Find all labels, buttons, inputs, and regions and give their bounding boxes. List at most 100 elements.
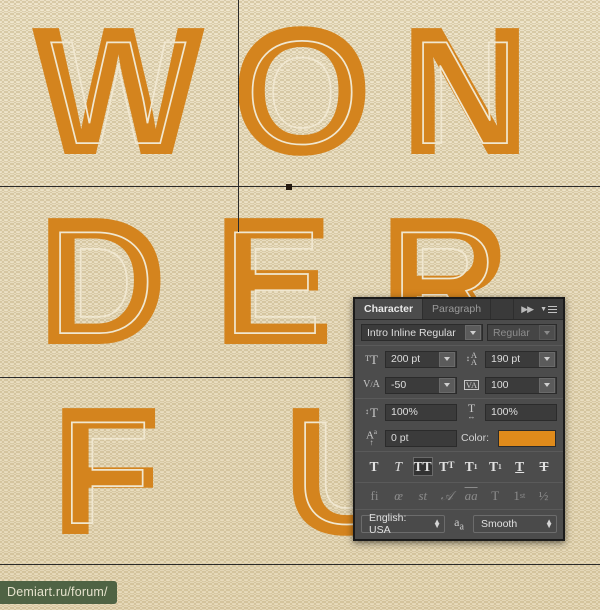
tab-spacer: [491, 299, 515, 319]
language-value: English: USA: [369, 512, 407, 536]
faux-italic-button[interactable]: T: [388, 457, 408, 476]
chevron-down-icon[interactable]: [439, 377, 455, 393]
horizontal-scale-field[interactable]: 100%: [485, 403, 557, 421]
ordinals-glyph: st: [519, 490, 526, 500]
oldstyle-button[interactable]: aa: [462, 487, 481, 504]
anchor-point[interactable]: [286, 184, 292, 190]
horizontal-scale-icon: T ↔: [467, 401, 476, 421]
double-right-arrow-icon[interactable]: ▶▶: [521, 304, 534, 315]
letter-inline-stroke: W: [50, 10, 186, 175]
subscript-glyph: 1: [498, 461, 502, 471]
chevron-down-icon[interactable]: [539, 351, 555, 367]
swash-button[interactable]: 𝒜: [437, 487, 456, 504]
discretionary-ligatures-glyph: st: [418, 488, 428, 503]
superscript-button[interactable]: T1: [461, 457, 481, 476]
language-antialias-row: English: USA ▲ ▼ aa Smooth ▲ ▼: [355, 510, 563, 539]
underline-button[interactable]: T: [510, 457, 530, 476]
chevron-down-icon[interactable]: [439, 351, 455, 367]
horizontal-guide-1: [0, 186, 600, 187]
size-leading-row: TT 200 pt ↕ A A 190 pt: [355, 346, 563, 372]
strikethrough-glyph: T: [539, 458, 549, 474]
vertical-scale-group: ↕ T 100%: [361, 403, 457, 421]
font-size-icon: TT: [365, 351, 378, 367]
panel-header-icons: ▶▶ ▼: [514, 299, 563, 319]
horizontal-scale-value: 100%: [491, 406, 518, 418]
baseline-shift-field[interactable]: 0 pt: [385, 429, 457, 447]
scale-row: ↕ T 100% T ↔ 100%: [355, 399, 563, 425]
tracking-field[interactable]: 100: [485, 376, 557, 394]
underline-glyph: T: [515, 458, 525, 474]
font-size-field[interactable]: 200 pt: [385, 350, 457, 368]
leading-field[interactable]: 190 pt: [485, 350, 557, 368]
faux-bold-button[interactable]: T: [364, 457, 384, 476]
font-family-row: Intro Inline Regular Regular: [355, 320, 563, 345]
artwork-letter: E E: [212, 189, 334, 372]
all-caps-glyph: TT: [413, 458, 432, 474]
spinner-icon[interactable]: ▲ ▼: [433, 517, 441, 529]
artwork-letter: O O: [231, 0, 373, 182]
vertical-scale-icon: ↕ T: [365, 404, 378, 420]
small-caps-glyph: T: [448, 460, 455, 471]
leading-group: ↕ A A 190 pt: [461, 350, 557, 368]
titling-alternates-button[interactable]: T: [486, 487, 505, 504]
chevron-down-icon[interactable]: [539, 377, 555, 393]
font-style-value: Regular: [492, 326, 530, 339]
chevron-down-icon[interactable]: [539, 325, 555, 340]
panel-tab-bar: Character Paragraph ▶▶ ▼: [355, 299, 563, 320]
antialias-select[interactable]: Smooth ▲ ▼: [473, 515, 557, 533]
titling-alternates-glyph: T: [491, 488, 500, 503]
artwork-row-1: W W O O N N: [0, 0, 600, 182]
superscript-glyph: 1: [473, 461, 478, 471]
letter-inline-stroke: D: [50, 200, 155, 365]
ordinals-button[interactable]: 1st: [510, 487, 529, 504]
color-swatch[interactable]: [498, 429, 556, 447]
language-select[interactable]: English: USA ▲ ▼: [361, 512, 445, 536]
font-size-value: 200 pt: [391, 353, 421, 365]
vertical-scale-value: 100%: [391, 406, 418, 418]
panel-menu-icon[interactable]: ▼: [540, 305, 557, 313]
baseline-shift-group: Aa ↑ 0 pt: [361, 427, 457, 447]
font-family-field[interactable]: Intro Inline Regular: [361, 324, 483, 341]
standard-ligatures-glyph: fi: [370, 488, 379, 503]
horizontal-guide-3: [0, 564, 600, 565]
chevron-down-icon[interactable]: [464, 325, 481, 340]
discretionary-ligatures-button[interactable]: st: [413, 487, 432, 504]
antialias-value: Smooth: [481, 518, 518, 530]
letter-inline-stroke: O: [246, 10, 359, 175]
kerning-tracking-row: V/A -50 VA 100: [355, 372, 563, 398]
baseline-shift-value: 0 pt: [391, 432, 409, 444]
tab-paragraph[interactable]: Paragraph: [423, 299, 492, 319]
kerning-field[interactable]: -50: [385, 376, 457, 394]
subscript-button[interactable]: T1: [485, 457, 505, 476]
horizontal-scale-group: T ↔ 100%: [461, 401, 557, 421]
artwork-letter: N N: [399, 0, 531, 182]
font-family-value: Intro Inline Regular: [367, 326, 456, 339]
all-caps-button[interactable]: TT: [412, 457, 433, 476]
letter-inline-stroke: F: [61, 390, 150, 555]
spinner-icon[interactable]: ▲ ▼: [545, 517, 553, 529]
vertical-guide-1: [238, 0, 239, 232]
leading-value: 190 pt: [491, 353, 521, 365]
watermark-label: Demiart.ru/forum/: [0, 581, 117, 604]
opentype-button-row: fi œ st 𝒜 aa T 1st ½: [355, 483, 563, 509]
small-caps-button[interactable]: TT: [437, 457, 457, 476]
vertical-scale-field[interactable]: 100%: [385, 403, 457, 421]
color-group: Color:: [460, 429, 557, 447]
kerning-group: V/A -50: [361, 376, 457, 394]
tracking-icon: VA: [463, 379, 480, 391]
color-label: Color:: [460, 432, 489, 444]
tracking-group: VA 100: [461, 376, 557, 394]
photoshop-canvas-screenshot: W W O O N N D D E E R R F F U U Demiart.…: [0, 0, 600, 610]
fractions-glyph: ½: [538, 488, 549, 503]
baseline-shift-icon: Aa ↑: [365, 427, 378, 447]
character-panel[interactable]: Character Paragraph ▶▶ ▼ Intro Inline Re…: [353, 297, 565, 541]
font-style-field[interactable]: Regular: [486, 324, 557, 341]
tab-character[interactable]: Character: [355, 299, 424, 319]
strikethrough-button[interactable]: T: [534, 457, 554, 476]
standard-ligatures-button[interactable]: fi: [365, 487, 384, 504]
artwork-letter: F F: [50, 379, 162, 562]
fractions-button[interactable]: ½: [534, 487, 553, 504]
horizontal-guide-2: [0, 377, 360, 378]
leading-icon: ↕ A A: [465, 350, 478, 367]
contextual-alternates-button[interactable]: œ: [389, 487, 408, 504]
